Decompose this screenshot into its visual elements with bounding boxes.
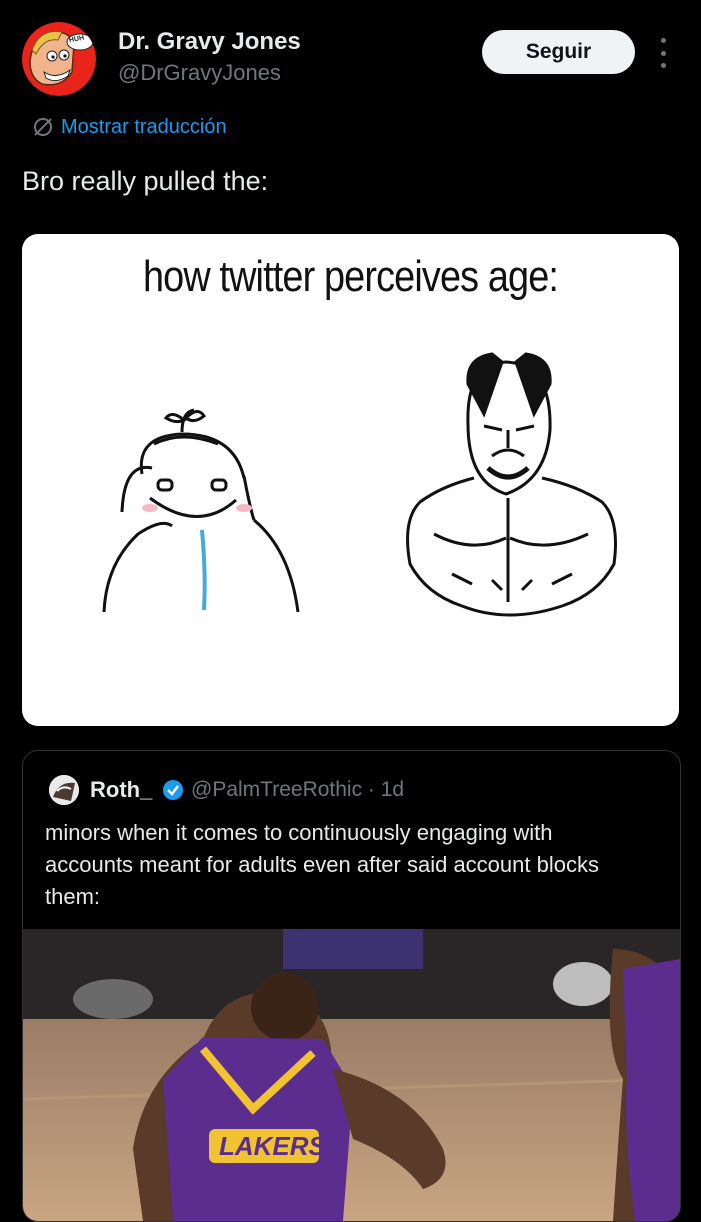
author-display-name[interactable]: Dr. Gravy Jones [118,28,301,56]
follow-button[interactable]: Seguir [482,30,635,74]
jersey-text: LAKERS [219,1131,326,1161]
quoted-tweet[interactable]: Roth_ @PalmTreeRothic · 1d minors when i… [22,750,681,1222]
author-handle[interactable]: @DrGravyJones [118,60,281,86]
quote-handle-time[interactable]: @PalmTreeRothic · 1d [191,778,404,802]
avatar[interactable]: HUH [22,22,96,96]
quote-text: minors when it comes to continuously eng… [45,820,599,909]
show-translation-link[interactable]: Mostrar traducción [32,114,227,140]
quote-media-image[interactable]: LAKERS [23,929,680,1221]
translate-icon [34,118,52,136]
meme-drawing [102,352,617,617]
verified-badge-icon [163,780,183,800]
quote-avatar[interactable] [49,775,79,805]
more-options-icon[interactable] [652,38,674,68]
quote-author-name[interactable]: Roth_ [90,777,152,803]
show-translation-label: Mostrar traducción [61,115,227,138]
meme-image[interactable]: how twitter perceives age: [22,234,679,726]
tweet-text: Bro really pulled the: [22,166,269,196]
